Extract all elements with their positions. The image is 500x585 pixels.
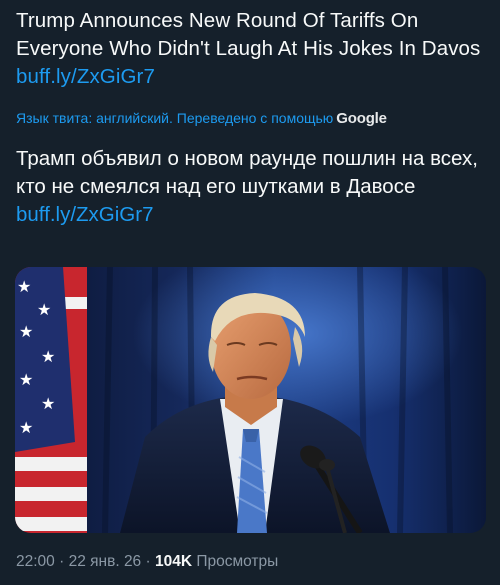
svg-text:★: ★ — [41, 347, 55, 366]
svg-text:★: ★ — [17, 277, 31, 296]
tweet-container: Trump Announces New Round Of Tariffs On … — [0, 0, 500, 585]
photo-illustration: ★ ★ ★ ★ ★ ★ ★ — [15, 267, 486, 533]
translation-notice-text: Язык твита: английский. Переведено с пом… — [16, 110, 334, 126]
svg-text:★: ★ — [41, 394, 55, 413]
flag-graphic: ★ ★ ★ ★ ★ ★ ★ — [15, 267, 87, 533]
tweet-original-text: Trump Announces New Round Of Tariffs On … — [16, 7, 486, 91]
tweet-media-image[interactable]: ★ ★ ★ ★ ★ ★ ★ — [15, 267, 486, 533]
meta-separator: · — [59, 553, 65, 570]
tweet-meta: 22:00 · 22 янв. 26 · 104K Просмотры — [16, 552, 278, 572]
translated-text-body: Трамп объявил о новом раунде пошлин на в… — [16, 147, 478, 198]
meta-separator: · — [145, 553, 151, 570]
original-link[interactable]: buff.ly/ZxGiGr7 — [16, 65, 155, 88]
views-label: Просмотры — [196, 553, 279, 570]
svg-text:★: ★ — [19, 370, 33, 389]
tweet-time[interactable]: 22:00 — [16, 553, 55, 570]
svg-text:★: ★ — [19, 322, 33, 341]
translation-notice[interactable]: Язык твита: английский. Переведено с пом… — [16, 108, 486, 129]
translated-link[interactable]: buff.ly/ZxGiGr7 — [16, 203, 153, 226]
tweet-translated-text: Трамп объявил о новом раунде пошлин на в… — [16, 145, 486, 229]
tweet-date[interactable]: 22 янв. 26 — [69, 553, 142, 570]
views-count[interactable]: 104K — [155, 553, 192, 570]
svg-text:★: ★ — [19, 418, 33, 437]
google-logo: Google — [336, 110, 387, 127]
original-text-body: Trump Announces New Round Of Tariffs On … — [16, 9, 481, 60]
svg-text:★: ★ — [37, 300, 51, 319]
